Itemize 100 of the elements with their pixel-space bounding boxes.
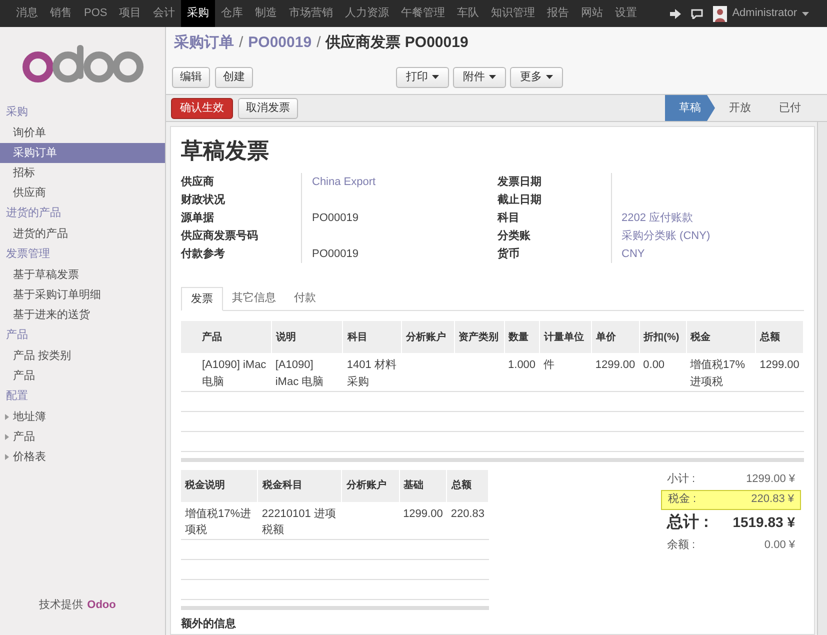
field-link[interactable]: China Export bbox=[301, 173, 376, 191]
sign-out-icon[interactable] bbox=[670, 8, 682, 18]
field-link[interactable]: CNY bbox=[610, 245, 645, 263]
column-header[interactable]: 科目 bbox=[347, 330, 397, 344]
caret-icon bbox=[546, 75, 553, 79]
breadcrumb-link[interactable]: PO00019 bbox=[248, 32, 312, 55]
top-menu-item[interactable]: 知识管理 bbox=[485, 0, 542, 27]
tab[interactable]: 其它信息 bbox=[223, 287, 285, 310]
dropdown-button[interactable]: 更多 bbox=[510, 66, 563, 88]
column-header[interactable]: 总额 bbox=[451, 478, 484, 493]
column-header[interactable]: 分析账户 bbox=[346, 478, 395, 493]
field-link[interactable]: 采购分类账 (CNY) bbox=[610, 227, 710, 245]
table-cell: 增值税17%进项税 bbox=[690, 359, 746, 388]
top-menu-item[interactable]: 报告 bbox=[541, 0, 576, 27]
column-header[interactable]: 税金 bbox=[690, 330, 752, 344]
sidebar-item[interactable]: 基于采购订单明细 bbox=[0, 285, 165, 305]
top-menu-item[interactable]: 市场营销 bbox=[283, 0, 340, 27]
field-label: 货币 bbox=[498, 246, 520, 262]
sidebar-item[interactable]: 询价单 bbox=[0, 123, 165, 143]
column-header[interactable]: 总额 bbox=[760, 330, 799, 344]
toolbar-button[interactable]: 创建 bbox=[215, 66, 253, 88]
sidebar-section-title: 配置 bbox=[5, 389, 29, 404]
user-name[interactable]: Administrator bbox=[732, 5, 797, 22]
toolbar-button[interactable]: 编辑 bbox=[172, 66, 210, 88]
top-menu-item[interactable]: 项目 bbox=[113, 0, 148, 27]
table-cell: 0.00 bbox=[643, 359, 665, 371]
sidebar-item[interactable]: 地址簿 bbox=[13, 408, 46, 426]
field-value: PO00019 bbox=[301, 209, 358, 227]
top-menu-item[interactable]: 消息 bbox=[10, 0, 44, 27]
top-menu-item[interactable]: 午餐管理 bbox=[395, 0, 452, 27]
top-menu-item[interactable]: 会计 bbox=[147, 0, 182, 27]
column-header[interactable]: 资产类别 bbox=[458, 330, 500, 344]
top-menu-item[interactable]: 制造 bbox=[249, 0, 284, 27]
sidebar-section-title: 产品 bbox=[5, 328, 29, 344]
top-menu-item[interactable]: 车队 bbox=[451, 0, 486, 27]
sidebar-item[interactable]: 产品 按类别 bbox=[0, 346, 165, 366]
sidebar-item[interactable]: 基于草稿发票 bbox=[0, 265, 165, 285]
odoo-link[interactable]: Odoo bbox=[87, 596, 116, 613]
sidebar-item[interactable]: 产品 bbox=[0, 366, 165, 386]
avatar-icon[interactable] bbox=[713, 6, 728, 22]
column-header[interactable]: 分析账户 bbox=[406, 330, 450, 344]
scrollbar[interactable] bbox=[817, 122, 827, 635]
sidebar-item[interactable]: 进货的产品 bbox=[0, 224, 165, 244]
caret-icon bbox=[432, 75, 439, 79]
form-title: 草稿发票 bbox=[181, 137, 270, 165]
column-header[interactable]: 数量 bbox=[508, 330, 536, 344]
top-menu-item[interactable]: 网站 bbox=[575, 0, 610, 27]
breadcrumb-link[interactable]: 采购订单 bbox=[174, 32, 234, 55]
top-menu-item[interactable]: 采购 bbox=[181, 0, 216, 27]
caret-icon bbox=[489, 75, 496, 79]
table-cell: 1.000 bbox=[508, 359, 536, 371]
sidebar-section-title: 进货的产品 bbox=[5, 206, 62, 222]
field-label: 供应商 bbox=[181, 174, 215, 190]
field-label: 分类账 bbox=[498, 228, 532, 244]
top-menu-item[interactable]: 仓库 bbox=[215, 0, 250, 27]
dropdown-button[interactable]: 附件 bbox=[453, 66, 506, 88]
total-label: 余额 : bbox=[667, 538, 696, 554]
top-menu-item[interactable]: POS bbox=[78, 0, 114, 27]
table-cell: [A1090] iMac 电脑 bbox=[202, 359, 266, 388]
column-header[interactable]: 税金说明 bbox=[185, 478, 254, 493]
top-menu-item[interactable]: 人力资源 bbox=[339, 0, 396, 27]
validate-button[interactable]: 确认生效 bbox=[171, 98, 233, 118]
sidebar-item[interactable]: 价格表 bbox=[13, 448, 46, 466]
status-step[interactable]: 草稿 bbox=[665, 95, 715, 121]
column-header[interactable]: 折扣(%) bbox=[644, 330, 682, 344]
sidebar-item[interactable]: 采购订单 bbox=[0, 143, 165, 163]
column-header[interactable]: 说明 bbox=[276, 330, 338, 344]
tab[interactable]: 发票 bbox=[181, 287, 223, 311]
column-header[interactable]: 产品 bbox=[202, 330, 267, 344]
chat-icon[interactable] bbox=[691, 8, 704, 18]
table-cell: 件 bbox=[544, 359, 555, 371]
column-header[interactable]: 税金科目 bbox=[262, 478, 338, 493]
sidebar-item[interactable]: 招标 bbox=[0, 163, 165, 183]
breadcrumb-current: 供应商发票 PO00019 bbox=[326, 33, 468, 54]
column-header[interactable]: 单价 bbox=[596, 330, 635, 344]
table-cell: 1401 材料采购 bbox=[346, 359, 396, 388]
cancel-invoice-button[interactable]: 取消发票 bbox=[238, 98, 298, 118]
tab[interactable]: 付款 bbox=[285, 287, 325, 310]
sidebar-item[interactable]: 基于进来的送货 bbox=[0, 305, 165, 325]
top-menu-item[interactable]: 销售 bbox=[44, 0, 78, 27]
table-cell: 220.83 bbox=[450, 508, 484, 520]
sidebar-item[interactable]: 产品 bbox=[13, 428, 35, 446]
table-cell: 1299.00 bbox=[403, 508, 443, 520]
top-menu-item[interactable]: 设置 bbox=[609, 0, 644, 27]
breadcrumb-separator: / bbox=[316, 33, 321, 54]
table-cell: 1299.00 bbox=[760, 359, 800, 371]
total-value: 1299.00 ¥ bbox=[746, 472, 795, 488]
column-header[interactable]: 计量单位 bbox=[544, 330, 587, 344]
sidebar-item[interactable]: 供应商 bbox=[0, 183, 165, 203]
field-label: 源单据 bbox=[181, 210, 215, 226]
total-value: 1519.83 ¥ bbox=[732, 513, 795, 532]
caret-icon[interactable] bbox=[802, 12, 809, 16]
total-label: 小计 : bbox=[667, 472, 696, 488]
column-header[interactable]: 基础 bbox=[404, 478, 442, 493]
sidebar-section-title: 发票管理 bbox=[5, 247, 51, 262]
dropdown-button[interactable]: 打印 bbox=[396, 66, 449, 88]
table-cell: 22210101 进项税额 bbox=[262, 508, 336, 536]
field-link[interactable]: 2202 应付账款 bbox=[610, 209, 694, 227]
table-cell: [A1090] iMac 电脑 bbox=[275, 359, 324, 388]
breadcrumb-separator: / bbox=[239, 33, 244, 54]
